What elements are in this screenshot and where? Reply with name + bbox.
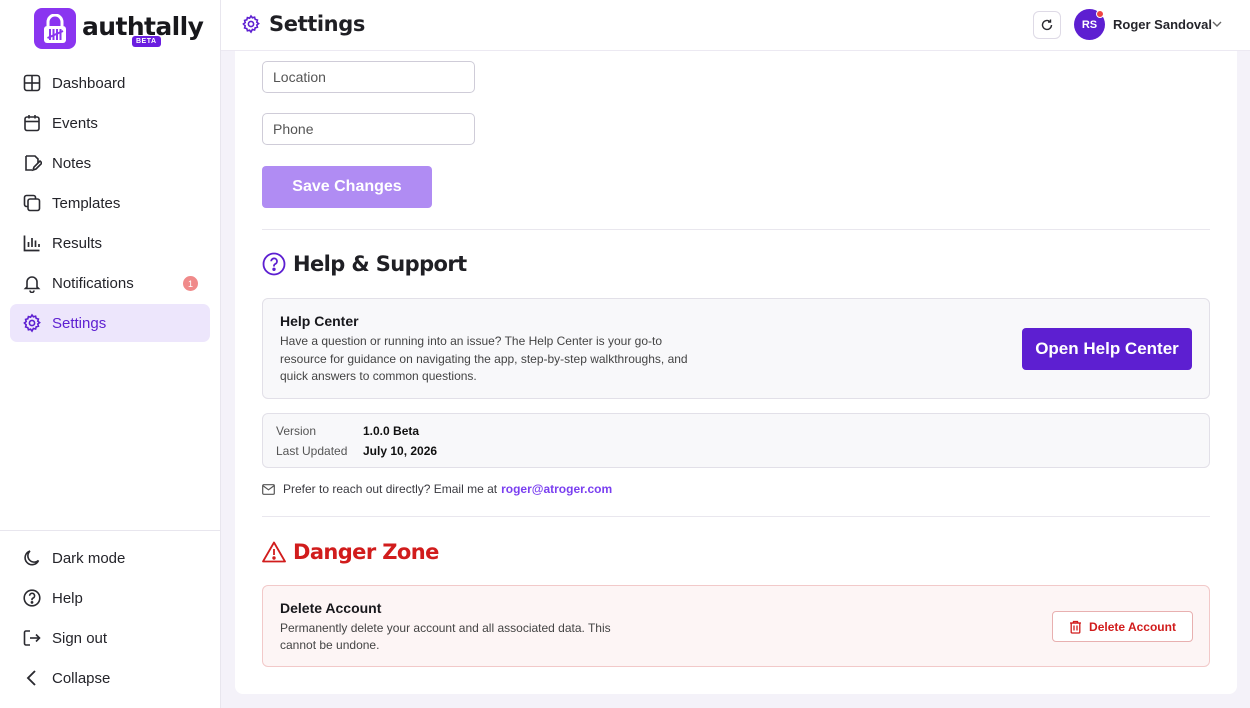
moon-icon (24, 550, 40, 566)
danger-section-header: Danger Zone (262, 540, 439, 564)
nav-item-collapse[interactable]: Collapse (10, 659, 210, 697)
open-help-center-button[interactable]: Open Help Center (1022, 328, 1192, 370)
bar-chart-icon (23, 235, 40, 252)
nav-label: Collapse (52, 669, 111, 687)
refresh-icon (1041, 19, 1053, 31)
last-updated-value: July 10, 2026 (363, 444, 438, 458)
nav-item-settings[interactable]: Settings (10, 304, 210, 342)
nav-item-sign-out[interactable]: Sign out (10, 619, 210, 657)
help-circle-icon (262, 252, 286, 276)
contact-line: Prefer to reach out directly? Email me a… (262, 482, 612, 496)
sidebar: authtally BETA Dashboard Events Notes Te… (0, 0, 221, 708)
gear-icon (242, 14, 260, 34)
top-header: Settings RS Roger Sandoval (221, 0, 1250, 51)
brand-logo[interactable]: authtally (34, 8, 204, 49)
danger-section-title: Danger Zone (293, 540, 439, 564)
sign-out-icon (23, 630, 41, 646)
chevron-left-icon (26, 670, 36, 686)
contact-email-link[interactable]: roger@atroger.com (501, 482, 612, 496)
version-value: 1.0.0 Beta (363, 424, 420, 438)
padlock-logo-icon (34, 8, 76, 49)
nav-label: Results (52, 234, 103, 252)
settings-card: Save Changes Help & Support Help Center … (235, 51, 1237, 694)
nav-item-notifications[interactable]: Notifications 1 (10, 264, 210, 302)
help-center-title: Help Center (280, 313, 359, 329)
help-circle-icon (23, 589, 41, 607)
notes-icon (25, 155, 42, 172)
nav-item-results[interactable]: Results (10, 224, 210, 262)
nav-label: Events (52, 114, 98, 132)
version-info-panel: Version 1.0.0 Beta Last Updated July 10,… (262, 413, 1210, 468)
delete-account-label: Delete Account (1089, 619, 1176, 634)
beta-badge: BETA (132, 36, 161, 47)
nav-label: Templates (52, 194, 121, 212)
location-input[interactable] (262, 61, 475, 93)
bell-icon (23, 276, 41, 293)
page-title-text: Settings (269, 12, 365, 36)
nav-label: Sign out (52, 629, 108, 647)
delete-account-description: Permanently delete your account and all … (280, 621, 611, 652)
templates-icon (23, 194, 41, 212)
gear-icon (23, 313, 41, 333)
help-section-title: Help & Support (293, 252, 467, 276)
nav-item-dark-mode[interactable]: Dark mode (10, 539, 210, 577)
warning-icon (262, 541, 286, 563)
nav-item-templates[interactable]: Templates (10, 184, 210, 222)
nav-item-notes[interactable]: Notes (10, 144, 210, 182)
chevron-down-icon[interactable] (1211, 19, 1223, 29)
main-nav: Dashboard Events Notes Templates Results… (10, 64, 210, 344)
user-name[interactable]: Roger Sandoval (1113, 17, 1212, 32)
refresh-button[interactable] (1033, 11, 1061, 39)
status-dot (1096, 10, 1104, 18)
trash-icon (1070, 620, 1082, 634)
section-divider (262, 229, 1210, 230)
delete-account-title: Delete Account (280, 600, 382, 616)
nav-label: Dashboard (52, 74, 126, 92)
delete-account-button[interactable]: Delete Account (1052, 611, 1193, 642)
nav-item-events[interactable]: Events (10, 104, 210, 142)
nav-label: Help (52, 589, 83, 607)
sidebar-divider (0, 530, 220, 531)
delete-account-panel: Delete Account Permanently delete your a… (262, 585, 1210, 667)
section-divider (262, 516, 1210, 517)
mail-icon (262, 483, 275, 495)
notification-count-badge: 1 (183, 276, 198, 291)
calendar-icon (24, 115, 40, 132)
nav-item-help[interactable]: Help (10, 579, 210, 617)
help-section-header: Help & Support (262, 252, 467, 276)
nav-label: Notifications (52, 274, 134, 292)
contact-text: Prefer to reach out directly? Email me a… (283, 482, 498, 496)
help-center-description: Have a question or running into an issue… (280, 334, 688, 383)
save-changes-button[interactable]: Save Changes (262, 166, 432, 208)
last-updated-label: Last Updated (276, 444, 348, 458)
dashboard-icon (23, 74, 41, 92)
nav-label: Notes (52, 154, 92, 172)
version-label: Version (276, 424, 317, 438)
bottom-nav: Dark mode Help Sign out Collapse (10, 539, 210, 699)
nav-item-dashboard[interactable]: Dashboard (10, 64, 210, 102)
nav-label: Settings (52, 314, 107, 332)
help-center-panel: Help Center Have a question or running i… (262, 298, 1210, 399)
nav-label: Dark mode (52, 549, 126, 567)
phone-input[interactable] (262, 113, 475, 145)
page-title: Settings (241, 12, 365, 36)
